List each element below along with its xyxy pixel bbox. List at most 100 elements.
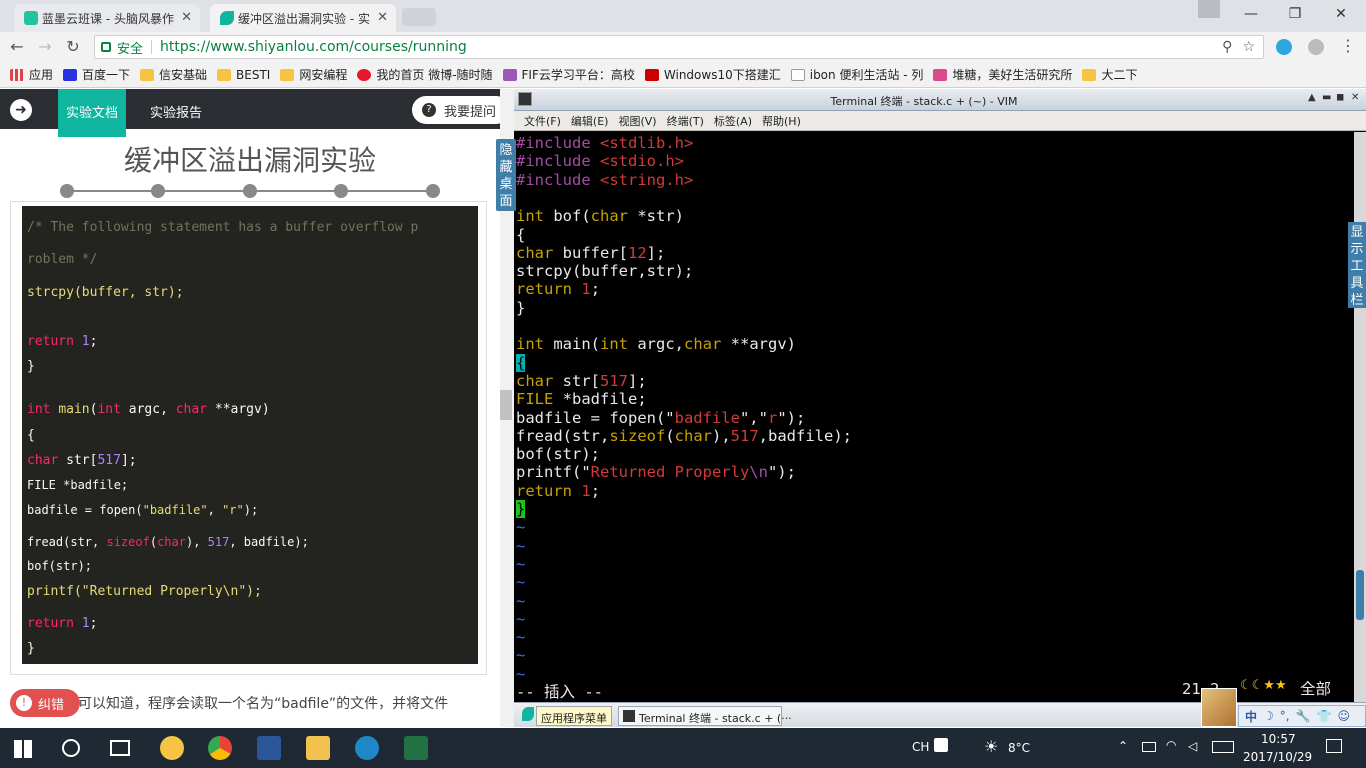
wrench-icon[interactable]: 🔧: [1296, 709, 1311, 723]
close-window-icon[interactable]: ✕: [1318, 0, 1364, 28]
speaker-icon[interactable]: ◁: [1188, 739, 1197, 753]
vim-editor[interactable]: #include <stdlib.h> #include <stdio.h> #in…: [514, 132, 1354, 702]
skin-icon[interactable]: 👕: [1317, 709, 1332, 723]
code-line: }: [27, 359, 35, 374]
hide-desktop-button[interactable]: 隐藏桌面: [496, 139, 516, 211]
address-bar[interactable]: 安全 https://www.shiyanlou.com/courses/run…: [94, 35, 1264, 59]
close-icon[interactable]: ✕: [1351, 92, 1359, 103]
step-dot[interactable]: [426, 184, 440, 198]
code-line: roblem */: [27, 252, 98, 267]
ime-toolbar[interactable]: 中 ☽ °, 🔧 👕 ☺: [1238, 705, 1366, 727]
bookmark-star-icon[interactable]: ☆: [1242, 39, 1255, 55]
step-dot[interactable]: [60, 184, 74, 198]
menu-tabs[interactable]: 标签(A): [714, 113, 752, 129]
vim-empty-line: ~: [516, 646, 526, 665]
bookmark-folder[interactable]: 信安基础: [140, 66, 207, 83]
bookmark-folder[interactable]: 网安编程: [280, 66, 347, 83]
notifications-icon[interactable]: [1326, 739, 1342, 753]
bookmark-fif[interactable]: FIF云学习平台：高校: [502, 66, 635, 83]
code-block: /* The following statement has a buffer …: [22, 206, 478, 664]
tab-lab-document[interactable]: 实验文档: [58, 89, 126, 137]
back-arrow-icon[interactable]: ➜: [10, 99, 32, 121]
shiyanlou-favicon-icon: [220, 11, 234, 25]
taskbar-terminal[interactable]: Terminal 终端 - stack.c + (···: [618, 706, 792, 726]
close-tab-icon[interactable]: ✕: [181, 10, 192, 25]
battery-icon[interactable]: [1142, 742, 1156, 752]
bookmark-duitang[interactable]: 堆糖，美好生活研究所: [933, 66, 1072, 83]
weather-temp[interactable]: 8°C: [1008, 741, 1030, 755]
translate-icon[interactable]: ⚲: [1222, 39, 1232, 55]
report-error-button[interactable]: ! 纠错: [10, 689, 80, 717]
clock-time[interactable]: 10:57: [1261, 732, 1296, 746]
doc-paragraph: 可以知道，程序会读取一个名为“badfile”的文件，并将文件: [78, 696, 449, 712]
bookmark-baidu[interactable]: 百度一下: [63, 66, 130, 83]
vim-line: }: [516, 298, 526, 317]
vim-line: int main(int argc,char **argv): [516, 335, 796, 354]
vim-empty-line: ~: [516, 628, 526, 647]
doc-scroll-thumb[interactable]: [500, 390, 512, 420]
reload-icon[interactable]: ↻: [62, 37, 84, 57]
vim-empty-line: ~: [516, 573, 526, 592]
restore-icon[interactable]: ❐: [1272, 0, 1318, 28]
show-toolbar-button[interactable]: 显示工具栏: [1348, 222, 1366, 308]
step-dot[interactable]: [334, 184, 348, 198]
step-progress: [60, 184, 440, 198]
menu-edit[interactable]: 编辑(E): [571, 113, 609, 129]
ime-icon[interactable]: [934, 738, 948, 752]
menu-icon[interactable]: ⋮: [1340, 36, 1356, 55]
vim-line: #include <stdio.h>: [516, 152, 684, 171]
alert-icon: !: [16, 695, 32, 711]
new-tab-button[interactable]: [402, 8, 436, 26]
minimize-icon[interactable]: —: [1228, 0, 1274, 28]
forward-icon[interactable]: →: [34, 37, 56, 57]
punctuation-icon[interactable]: °,: [1280, 709, 1290, 723]
report-error-label: 纠错: [38, 697, 65, 713]
smiley-icon[interactable]: ☺: [1338, 709, 1351, 723]
moon-icon[interactable]: ☽: [1263, 709, 1274, 723]
menu-file[interactable]: 文件(F): [524, 113, 561, 129]
terminal-scroll-thumb[interactable]: [1356, 570, 1364, 620]
code-line: return 1;: [27, 334, 98, 349]
clock-date[interactable]: 2017/10/29: [1243, 750, 1312, 764]
back-icon[interactable]: ←: [6, 37, 28, 57]
ask-question-button[interactable]: ? 我要提问: [412, 96, 500, 124]
url-text[interactable]: https://www.shiyanlou.com/courses/runnin…: [160, 39, 467, 55]
step-dot[interactable]: [151, 184, 165, 198]
step-dot[interactable]: [243, 184, 257, 198]
xfce-menu-icon[interactable]: [522, 707, 534, 721]
bookmark-apps[interactable]: 应用: [10, 66, 53, 83]
close-tab-icon[interactable]: ✕: [377, 10, 388, 25]
bookmark-folder[interactable]: 大二下: [1082, 66, 1137, 83]
extension-icon[interactable]: [1276, 39, 1292, 55]
input-language[interactable]: CH: [912, 740, 929, 754]
bookmark-csdn[interactable]: Windows10下搭建汇: [644, 66, 781, 83]
keyboard-icon[interactable]: [1212, 741, 1234, 753]
shade-icon[interactable]: ▲: [1308, 92, 1316, 103]
vim-mode: -- 插入 --: [516, 683, 603, 701]
extension-icon[interactable]: [1308, 39, 1324, 55]
page-icon: [790, 68, 805, 81]
vim-line: return 1;: [516, 481, 601, 500]
minimize-icon[interactable]: ▬: [1322, 92, 1331, 103]
app-menu-button[interactable]: 应用程序菜单: [536, 706, 612, 726]
tab-lab-report[interactable]: 实验报告: [150, 102, 202, 121]
chevron-up-icon[interactable]: ⌃: [1118, 739, 1128, 753]
tab-lanmo[interactable]: 蓝墨云班课 - 头脑风暴作 ✕: [14, 4, 200, 32]
tab-buffer-overflow[interactable]: 缓冲区溢出漏洞实验 - 实 ✕: [210, 4, 396, 32]
vim-line: strcpy(buffer,str);: [516, 262, 694, 281]
terminal-scrollbar[interactable]: [1354, 132, 1366, 702]
bookmark-ibon[interactable]: ibon 便利生活站 - 列: [790, 66, 923, 83]
menu-help[interactable]: 帮助(H): [762, 113, 801, 129]
ime-chinese-mode[interactable]: 中: [1245, 708, 1257, 725]
vim-empty-line: ~: [516, 518, 526, 537]
bookmark-weibo[interactable]: 我的首页 微博-随时随: [357, 66, 493, 83]
menu-view[interactable]: 视图(V): [618, 113, 656, 129]
tab-label: 蓝墨云班课 - 头脑风暴作: [42, 11, 174, 26]
menu-terminal[interactable]: 终端(T): [667, 113, 704, 129]
bookmark-folder[interactable]: BESTI: [217, 68, 270, 82]
vim-line: #include <string.h>: [516, 170, 694, 189]
wifi-icon[interactable]: ◠: [1166, 738, 1176, 752]
lab-document-panel: ➜ 实验文档 实验报告 ? 我要提问 缓冲区溢出漏洞实验 /* The foll…: [0, 89, 500, 727]
profile-icon[interactable]: [1198, 0, 1220, 18]
maximize-icon[interactable]: ◼: [1336, 92, 1344, 103]
